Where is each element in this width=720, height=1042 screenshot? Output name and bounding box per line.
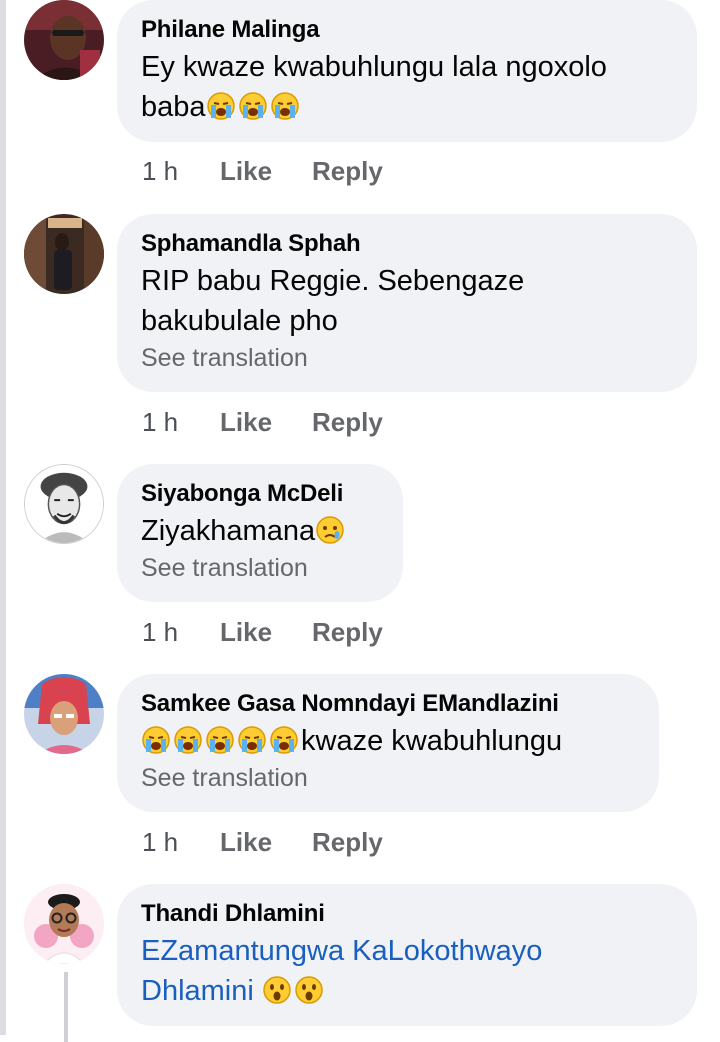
comment-timestamp[interactable]: 1 h: [142, 407, 220, 438]
comment-bubble: Thandi Dhlamini EZamantungwa KaLokothway…: [117, 884, 697, 1026]
comment-timestamp[interactable]: 1 h: [142, 827, 220, 858]
comment-author[interactable]: Siyabonga McDeli: [141, 477, 377, 511]
loudly-crying-face-icon: [206, 726, 234, 754]
mentioned-profile-link[interactable]: EZamantungwa KaLokothwayo: [141, 931, 671, 971]
like-button[interactable]: Like: [220, 617, 312, 648]
reply-thread-line: [64, 972, 68, 1042]
comment-text-line: Dhlamini: [141, 971, 671, 1011]
comment-actions: 1 h Like Reply: [142, 617, 383, 648]
profile-photo: [24, 884, 104, 964]
avatar[interactable]: [24, 0, 104, 80]
comment-author[interactable]: Sphamandla Sphah: [141, 227, 671, 261]
avatar[interactable]: [24, 674, 104, 754]
profile-photo: [25, 465, 103, 543]
comment-text-line: bakubulale pho: [141, 305, 338, 337]
like-button[interactable]: Like: [220, 827, 312, 858]
avatar[interactable]: [24, 214, 104, 294]
loudly-crying-face-icon: [270, 726, 298, 754]
comment-text: EZamantungwa KaLokothwayo Dhlamini: [141, 931, 671, 1011]
comment-bubble: Sphamandla Sphah RIP babu Reggie. Sebeng…: [117, 214, 697, 392]
comment-text-line: Ey kwaze kwabuhlungu lala ngoxolo: [141, 51, 607, 83]
comment-timestamp[interactable]: 1 h: [142, 156, 220, 187]
reply-button[interactable]: Reply: [312, 827, 383, 858]
reply-button[interactable]: Reply: [312, 156, 383, 187]
astonished-face-icon: [295, 976, 323, 1004]
loudly-crying-face-icon: [206, 92, 235, 120]
comment-bubble: Philane Malinga Ey kwaze kwabuhlungu lal…: [117, 0, 697, 142]
comment-text-line: kwaze kwabuhlungu: [141, 721, 633, 761]
reply-button[interactable]: Reply: [312, 617, 383, 648]
comment-actions: 1 h Like Reply: [142, 156, 383, 187]
avatar[interactable]: [24, 464, 104, 544]
comment-bubble: Samkee Gasa Nomndayi EMandlazini kwaze k…: [117, 674, 659, 812]
loudly-crying-face-icon: [142, 726, 170, 754]
comment-author[interactable]: Samkee Gasa Nomndayi EMandlazini: [141, 687, 633, 721]
reply-button[interactable]: Reply: [312, 407, 383, 438]
see-translation-link[interactable]: See translation: [141, 551, 377, 585]
comment-text-line: baba: [141, 87, 671, 127]
profile-photo: [24, 0, 104, 80]
comment-actions: 1 h Like Reply: [142, 407, 383, 438]
avatar[interactable]: [24, 884, 104, 964]
loudly-crying-face-icon: [238, 92, 267, 120]
comment-text: Ey kwaze kwabuhlungu lala ngoxolo baba: [141, 47, 671, 127]
comment-author[interactable]: Thandi Dhlamini: [141, 897, 671, 931]
like-button[interactable]: Like: [220, 407, 312, 438]
like-button[interactable]: Like: [220, 156, 312, 187]
see-translation-link[interactable]: See translation: [141, 761, 633, 795]
comment-author[interactable]: Philane Malinga: [141, 13, 671, 47]
comment-text: Ziyakhamana: [141, 511, 377, 551]
loudly-crying-face-icon: [238, 726, 266, 754]
comment-text: RIP babu Reggie. Sebengaze bakubulale ph…: [141, 261, 671, 341]
see-translation-link[interactable]: See translation: [141, 341, 671, 375]
comment-timestamp[interactable]: 1 h: [142, 617, 220, 648]
mentioned-profile-link[interactable]: Dhlamini: [141, 975, 254, 1007]
loudly-crying-face-icon: [174, 726, 202, 754]
profile-photo: [24, 214, 104, 294]
comment-text: kwaze kwabuhlungu: [141, 721, 633, 761]
comment-text-line: RIP babu Reggie. Sebengaze: [141, 265, 525, 297]
comment-bubble: Siyabonga McDeli Ziyakhamana See transla…: [117, 464, 403, 602]
astonished-face-icon: [263, 976, 291, 1004]
comment-actions: 1 h Like Reply: [142, 827, 383, 858]
profile-photo: [24, 674, 104, 754]
crying-face-icon: [316, 516, 344, 544]
screen-edge: [0, 0, 6, 1035]
comment-text-line: Ziyakhamana: [141, 511, 377, 551]
loudly-crying-face-icon: [270, 92, 299, 120]
